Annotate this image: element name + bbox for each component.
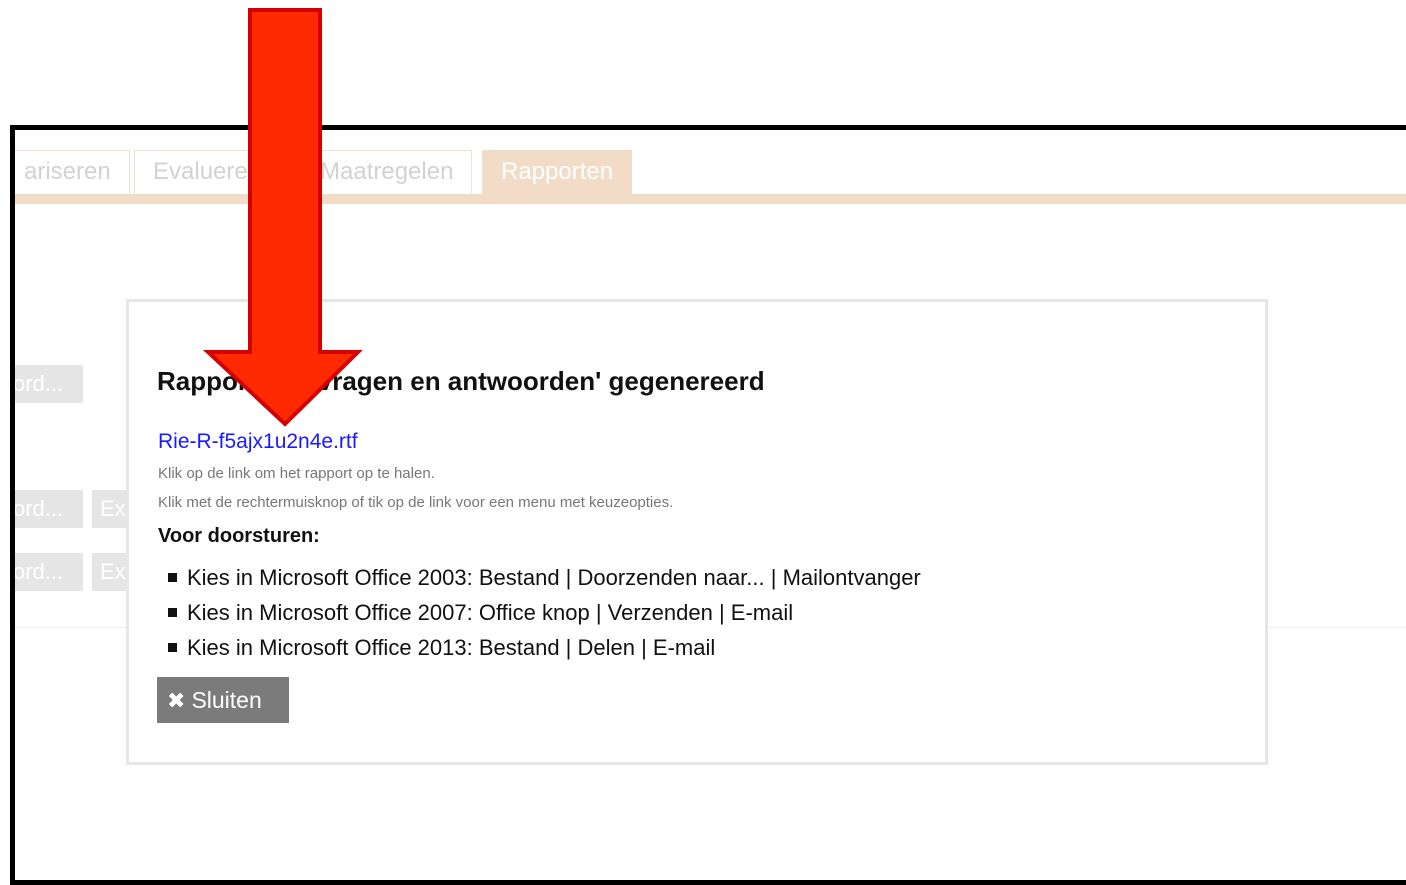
tab-maatregelen[interactable]: Maatregelen: [301, 150, 473, 194]
bullet-icon: [168, 573, 177, 582]
tab-inventariseren[interactable]: ariseren: [15, 150, 130, 194]
bullet-icon: [168, 608, 177, 617]
tab-underline: [15, 194, 1406, 204]
close-icon: ✖: [167, 688, 186, 713]
download-hint: Klik op de link om het rapport op te hal…: [158, 465, 435, 482]
step-text: Kies in Microsoft Office 2003: Bestand |…: [187, 565, 921, 590]
step-text: Kies in Microsoft Office 2013: Bestand |…: [187, 635, 716, 660]
context-menu-hint: Klik met de rechtermuisknop of tik op de…: [158, 494, 674, 511]
tab-rapporten[interactable]: Rapporten: [482, 150, 633, 194]
forward-heading: Voor doorsturen:: [158, 525, 320, 547]
close-button[interactable]: ✖ Sluiten: [157, 677, 289, 723]
step-text: Kies in Microsoft Office 2007: Office kn…: [187, 600, 794, 625]
word-button[interactable]: ord...: [15, 553, 83, 591]
tab-strip: ariseren Evalueren Maatregelen Rapporten: [15, 140, 1406, 204]
dialog-title: Rapport 'Rie vragen en antwoorden' gegen…: [157, 366, 765, 396]
bullet-icon: [168, 643, 177, 652]
report-file-link[interactable]: Rie-R-f5ajx1u2n4e.rtf: [158, 430, 358, 454]
forward-steps-list: Kies in Microsoft Office 2003: Bestand |…: [158, 560, 921, 665]
list-item: Kies in Microsoft Office 2013: Bestand |…: [158, 630, 921, 665]
list-item: Kies in Microsoft Office 2007: Office kn…: [158, 595, 921, 630]
list-item: Kies in Microsoft Office 2003: Bestand |…: [158, 560, 921, 595]
report-generated-dialog: Rapport 'Rie vragen en antwoorden' gegen…: [126, 299, 1268, 765]
tab-evalueren[interactable]: Evalueren: [134, 150, 281, 194]
close-label: Sluiten: [191, 687, 262, 713]
word-button[interactable]: ord...: [15, 365, 83, 403]
word-button[interactable]: ord...: [15, 490, 83, 528]
